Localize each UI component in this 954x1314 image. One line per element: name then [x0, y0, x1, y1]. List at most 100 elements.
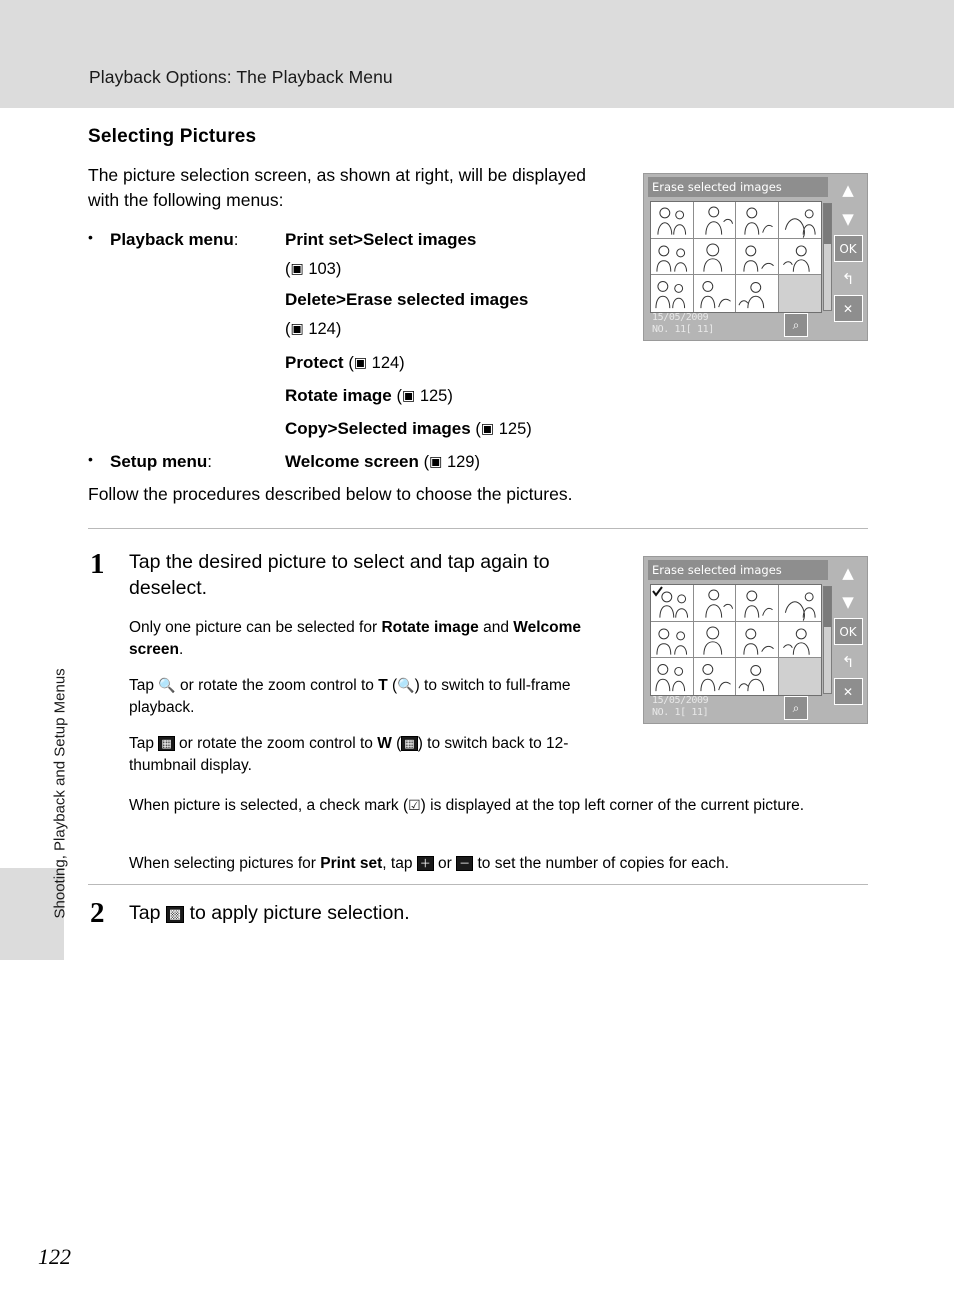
camera-top-thumbnail-grid[interactable] [650, 201, 822, 313]
camera-step1-counter: NO. 1[ 11] [652, 707, 709, 718]
scroll-up-button[interactable]: ▲ [835, 560, 862, 585]
thumbnail-cell[interactable] [736, 202, 779, 239]
wide-zoom-icon: ▦ [401, 736, 418, 751]
entry-4-bold: Copy [285, 419, 328, 438]
thumbnail-cell[interactable] [693, 658, 736, 695]
thumbnail-cell[interactable] [736, 238, 779, 276]
entry-5-ref-page: 129 [446, 453, 475, 471]
entry-1-ref-close: ) [335, 320, 342, 338]
step-2-heading: Tap ▩ to apply picture selection. [129, 900, 689, 926]
camera-step1-counter-value: 1[ 11] [674, 707, 709, 718]
camera-top-magnify-button[interactable]: ⌕ [784, 313, 808, 337]
p2-mid1: or rotate the zoom control to [175, 677, 379, 694]
entry-0-bold: Print set [285, 230, 354, 249]
camera-top-scrollthumb[interactable] [824, 204, 831, 244]
book-icon: ▣ [290, 321, 304, 337]
p5-mid2: or [433, 855, 457, 872]
p1-mid: and [478, 619, 514, 636]
divider-top [88, 528, 868, 529]
thumbnail-cell[interactable] [693, 238, 736, 276]
thumbnail-cell[interactable] [651, 238, 694, 276]
thumbnail-cell[interactable] [693, 585, 736, 622]
scroll-down-button[interactable]: ▼ [835, 206, 862, 231]
thumbnail-cell[interactable] [778, 621, 821, 659]
thumbnail-cell[interactable] [651, 585, 694, 622]
book-icon: ▣ [401, 388, 416, 404]
step-1-para-1: Only one picture can be selected for Rot… [129, 617, 609, 661]
entry-4-ref: (▣ 125) [475, 420, 531, 438]
camera-step1-magnify-button[interactable]: ⌕ [784, 696, 808, 720]
magnify-glyph: ⌕ [792, 317, 800, 332]
close-button[interactable]: ✕ [833, 678, 863, 705]
thumbnail-cell[interactable] [736, 658, 779, 695]
menu-entry-print-set: Print set>Select images [285, 228, 476, 252]
book-icon: ▣ [290, 261, 304, 277]
ok-button[interactable]: OK [833, 235, 863, 262]
book-icon: ▣ [353, 355, 368, 371]
entry-0-bold2: Select images [362, 230, 477, 249]
apply-selection-icon: ▩ [165, 906, 185, 923]
p4-post: ) is displayed at the top left corner of… [420, 797, 805, 814]
chapter-tab-label: Shooting, Playback and Setup Menus [51, 668, 69, 919]
ok-button[interactable]: OK [833, 618, 863, 645]
step-1-para-2: Tap 🔍 or rotate the zoom control to T (🔍… [129, 675, 609, 719]
thumbnail-cell[interactable] [651, 658, 694, 695]
back-button[interactable]: ↰ [835, 649, 862, 674]
p3-pre: Tap [129, 735, 159, 752]
scroll-up-button[interactable]: ▲ [835, 177, 862, 202]
thumbnail-cell[interactable] [651, 621, 694, 659]
entry-4-sep: > [327, 419, 338, 438]
intro-paragraph: The picture selection screen, as shown a… [88, 165, 587, 211]
entry-1-sep: > [336, 290, 346, 309]
step2-post: to apply picture selection. [184, 902, 410, 924]
camera-top-date: 15/05/2009 [652, 312, 709, 323]
bullet-dot-icon: • [88, 229, 93, 245]
entry-5-ref-close: ) [474, 453, 480, 471]
thumbnail-cell[interactable] [651, 275, 694, 312]
thumbnail-cell[interactable] [778, 585, 821, 622]
thumbnail-cell-selected[interactable] [778, 658, 821, 695]
back-button[interactable]: ↰ [835, 266, 862, 291]
entry-0-ref-page: 103 [308, 260, 336, 278]
camera-step1-button-column: ▲ ▼ OK ↰ ✕ [831, 560, 865, 709]
thumbnail-cell[interactable] [736, 275, 779, 312]
thumbnail-cell[interactable] [693, 621, 736, 659]
p3-b1: W [377, 735, 392, 752]
thumbnail-view-icon: ▦ [158, 736, 175, 751]
camera-step1-date: 15/05/2009 [652, 695, 709, 706]
entry-2-bold: Protect [285, 353, 344, 372]
thumbnail-cell[interactable] [778, 238, 821, 276]
entry-1-ref: (▣ 124) [285, 318, 341, 341]
p1-b1: Rotate image [381, 619, 479, 636]
thumbnail-cell[interactable] [778, 202, 821, 239]
step-1-para-3: Tap ▦ or rotate the zoom control to W (▦… [129, 733, 609, 777]
camera-top-counter-label: NO. [652, 324, 669, 335]
p5-mid1: , tap [382, 855, 417, 872]
menu-entry-welcome-screen: Welcome screen (▣ 129) [285, 450, 480, 474]
p2-b1: T [378, 677, 388, 694]
minus-icon: － [456, 856, 474, 871]
p5-post: to set the number of copies for each. [473, 855, 730, 872]
step-1-heading: Tap the desired picture to select and ta… [129, 551, 550, 600]
scroll-down-button[interactable]: ▼ [835, 589, 862, 614]
thumbnail-cell[interactable] [736, 621, 779, 659]
p1-post: . [178, 641, 184, 658]
menu-entry-rotate-image: Rotate image (▣ 125) [285, 384, 453, 408]
camera-step1-thumbnail-grid[interactable] [650, 584, 822, 696]
page-header-title: Playback Options: The Playback Menu [89, 67, 393, 87]
step-1-para-5: When selecting pictures for Print set, t… [129, 853, 874, 875]
camera-top-button-column: ▲ ▼ OK ↰ ✕ [831, 177, 865, 326]
entry-4-ref-page: 125 [498, 420, 527, 438]
thumbnail-cell[interactable] [693, 275, 736, 312]
close-button[interactable]: ✕ [833, 295, 863, 322]
thumbnail-cell-selected[interactable] [778, 275, 821, 312]
thumbnail-cell[interactable] [693, 202, 736, 239]
thumbnail-cell[interactable] [736, 585, 779, 622]
thumbnail-cell[interactable] [651, 202, 694, 239]
entry-3-ref: (▣ 125) [396, 387, 452, 405]
bullet-setup-menu-label: Setup menu [110, 452, 208, 471]
magnify-icon: 🔍 [158, 678, 176, 694]
camera-step1-scrollthumb[interactable] [824, 587, 831, 627]
menu-entry-copy: Copy>Selected images (▣ 125) [285, 417, 532, 441]
entry-2-ref-close: ) [399, 354, 405, 372]
